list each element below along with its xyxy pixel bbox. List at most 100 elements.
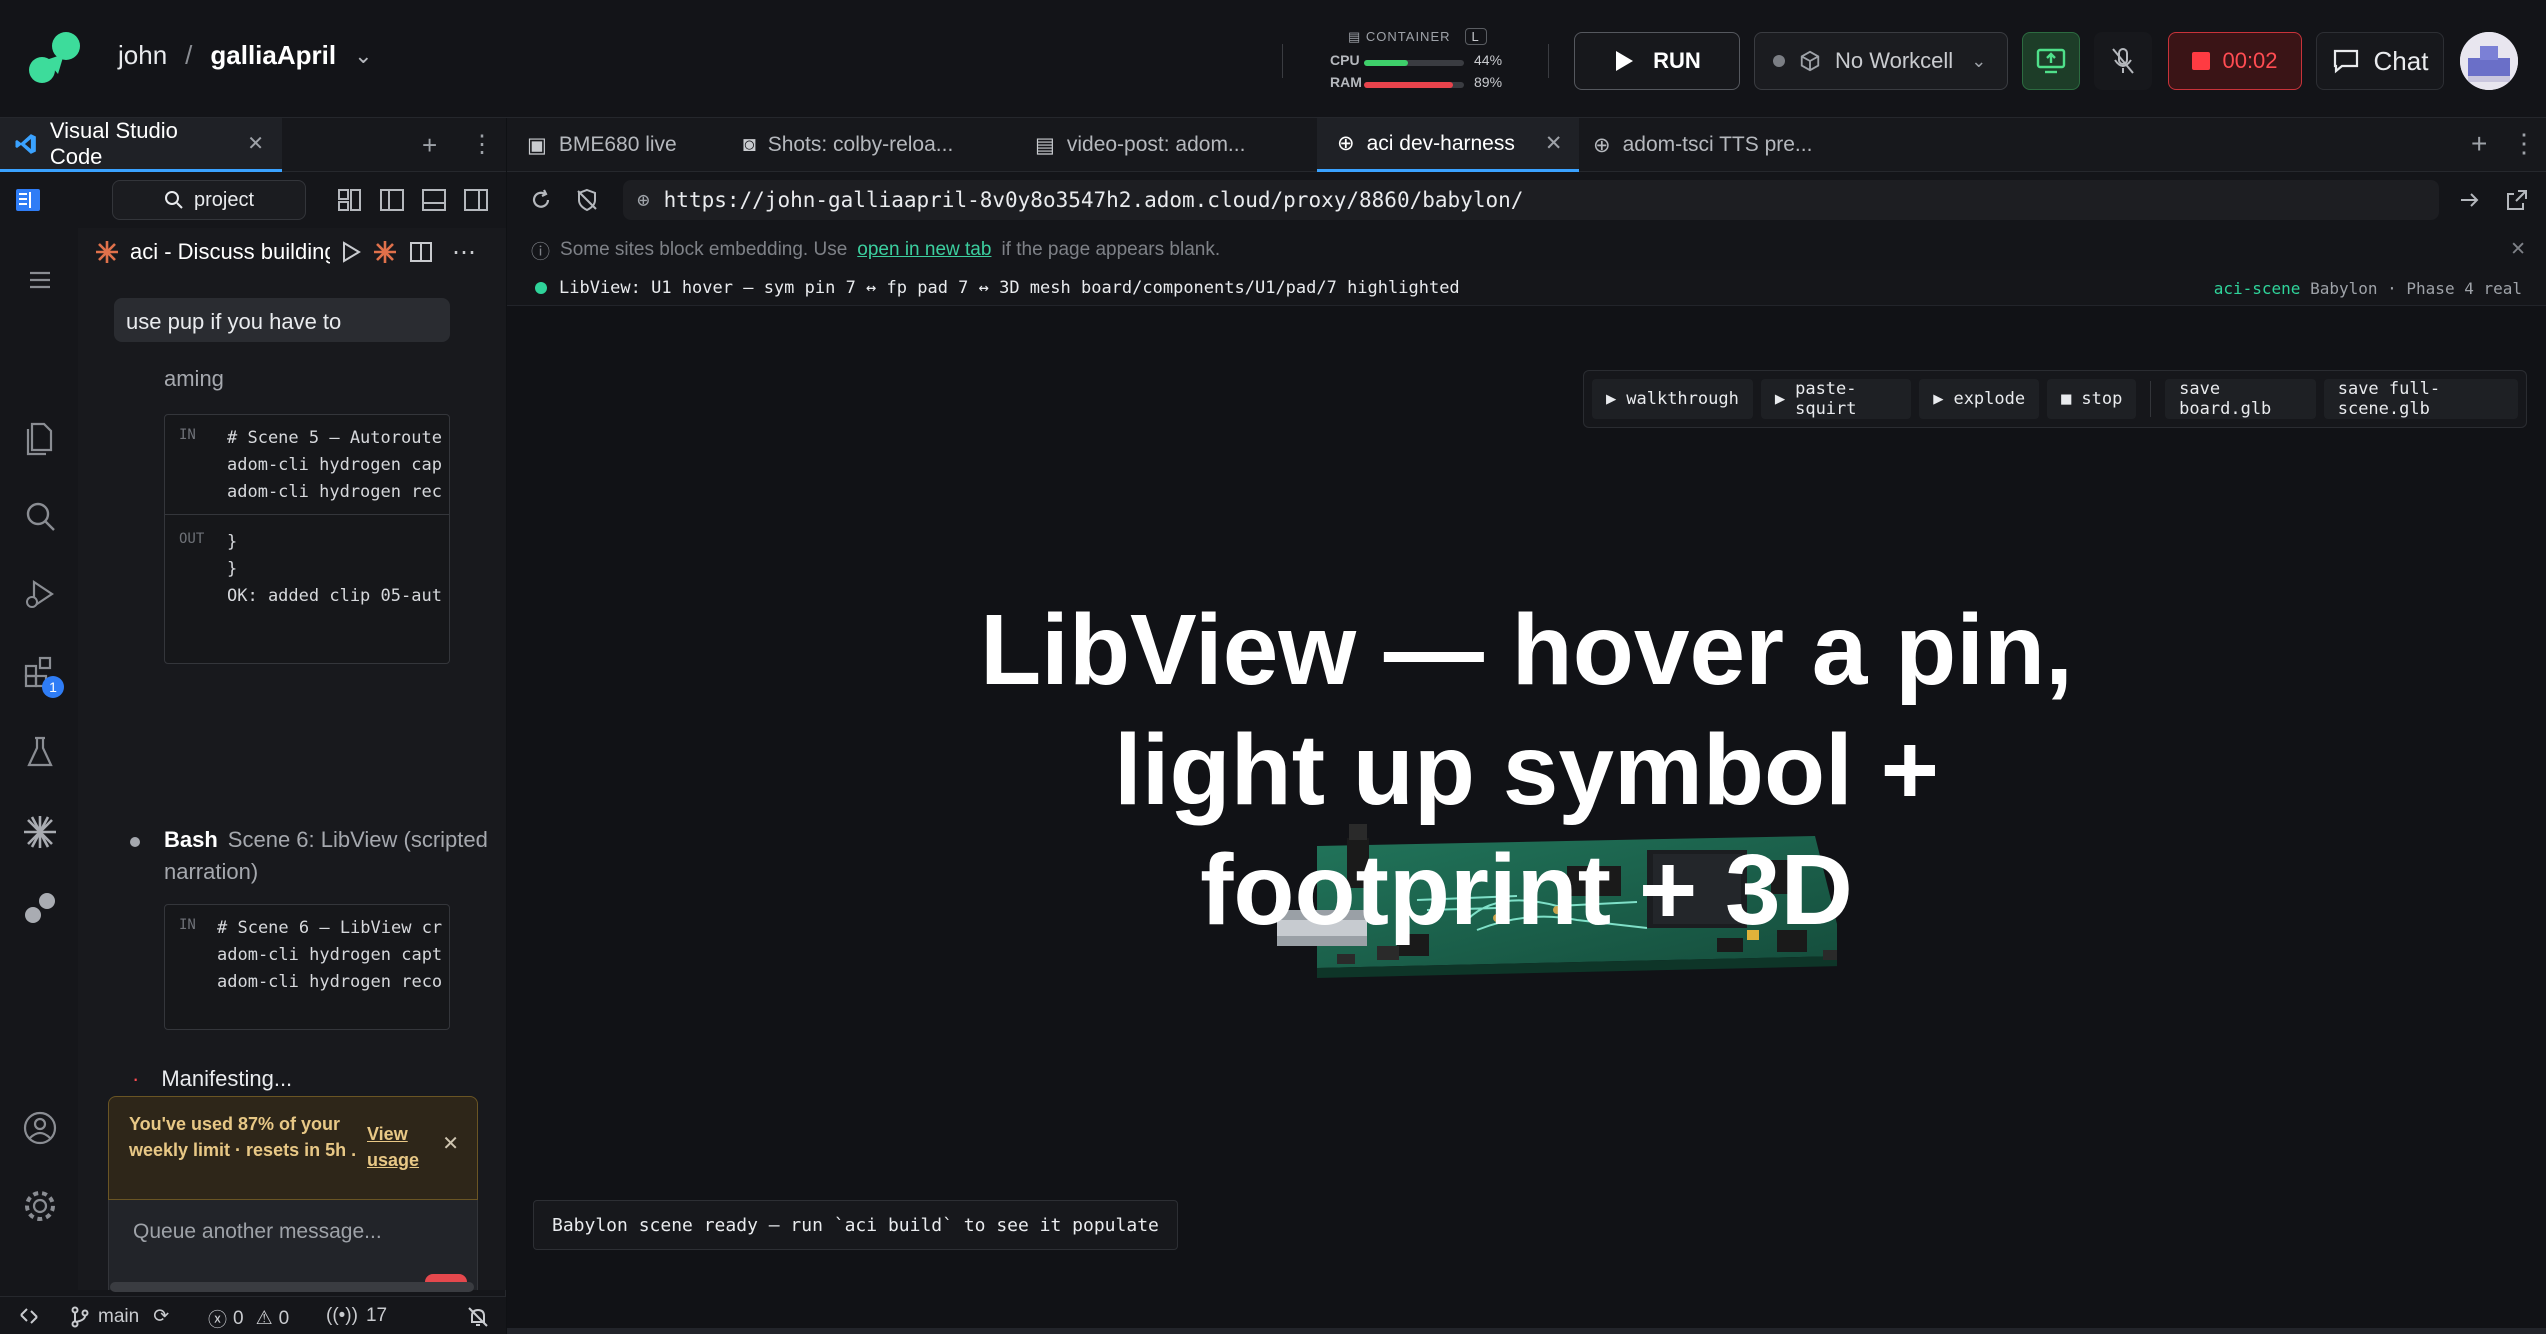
walkthrough-button[interactable]: ▶ walkthrough (1592, 379, 1753, 419)
mic-mute-button[interactable] (2094, 32, 2152, 90)
shield-off-icon[interactable] (575, 188, 599, 212)
scene-toolbar: ▶ walkthrough ▶ paste-squirt ▶ explode ■ sto… (1583, 370, 2527, 428)
explode-button[interactable]: ▶ explode (1919, 379, 2040, 419)
message-input[interactable]: Queue another message... (133, 1220, 382, 1244)
top-bar: john / galliaApril ⌄ ▤ CONTAINER L CPU 44… (0, 0, 2546, 118)
open-in-new-tab-link[interactable]: open in new tab (857, 239, 991, 261)
tab-visual-studio-code[interactable]: Visual Studio Code ✕ (0, 118, 282, 172)
toggle-panel-icon[interactable] (420, 186, 448, 214)
toggle-secondary-sidebar-icon[interactable] (462, 186, 490, 214)
reload-icon[interactable] (529, 188, 553, 212)
claude-spark-icon[interactable] (372, 239, 398, 265)
stop-button[interactable]: ■ stop (2047, 379, 2137, 419)
play-icon: ▶ (1606, 389, 1617, 409)
split-editor-icon[interactable] (408, 239, 434, 265)
view-usage-link[interactable]: View usage (367, 1121, 427, 1173)
babylon-scene-viewport[interactable]: LibView: U1 hover — sym pin 7 ↔ fp pad 7… (507, 270, 2546, 1334)
user-message: use pup if you have to (114, 298, 450, 342)
left-panel-tabs: Visual Studio Code ✕ + ⋮ (0, 118, 506, 172)
save-full-scene-glb-button[interactable]: save full-scene.glb (2323, 379, 2519, 419)
search-icon[interactable] (20, 496, 60, 536)
layout-customize-icon[interactable] (336, 186, 364, 214)
explorer-panel-icon[interactable] (14, 186, 42, 214)
thinking-text: aming (164, 366, 224, 391)
testing-flask-icon[interactable] (20, 732, 60, 772)
cpu-meter: CPU 44% (1330, 52, 1503, 68)
save-board-glb-button[interactable]: save board.glb (2165, 379, 2316, 419)
menu-icon[interactable] (20, 260, 60, 300)
notifications-off-icon[interactable] (466, 1305, 490, 1329)
screen-share-button[interactable] (2022, 32, 2080, 90)
info-icon: ⓘ (531, 241, 551, 263)
workcell-status-dot (1773, 55, 1785, 67)
divider (2150, 381, 2152, 417)
recording-timer-button[interactable]: 00:02 (2168, 32, 2302, 90)
libview-status-text: LibView: U1 hover — sym pin 7 ↔ fp pad 7… (559, 277, 1460, 298)
horizontal-scrollbar[interactable] (110, 1282, 474, 1292)
scene-ready-status: Babylon scene ready — run `aci build` to… (533, 1200, 1178, 1250)
problems-indicator[interactable]: ⓧ 0 ⚠ 0 (208, 1305, 289, 1332)
close-icon[interactable]: ✕ (247, 131, 264, 156)
container-resources: ▤ CONTAINER L CPU 44% RAM 89% (1330, 24, 1520, 96)
tool-input-code: # Scene 5 — Autoroute adom-cli hydrogen … (227, 428, 442, 502)
url-input[interactable]: ⊕ https://john-galliaapril-8v0y8o3547h2.… (623, 180, 2439, 220)
workcell-selector[interactable]: No Workcell ⌄ (1754, 32, 2008, 90)
more-options-icon[interactable]: ⋮ (2511, 128, 2537, 159)
user-avatar[interactable] (2460, 32, 2518, 90)
tab-adom-tsci-tts[interactable]: ⊕ adom-tsci TTS pre... (1585, 118, 1865, 172)
app-logo-icon[interactable] (24, 30, 84, 90)
close-icon[interactable]: ✕ (1545, 131, 1563, 156)
divider (1548, 44, 1549, 78)
sync-icon[interactable]: ⟳ (153, 1305, 169, 1328)
play-icon: ▶ (1774, 389, 1786, 409)
breadcrumb-project[interactable]: galliaApril (210, 40, 336, 71)
broadcast-icon: ((•)) (326, 1305, 358, 1326)
ai-spark-icon[interactable] (20, 812, 60, 852)
tab-aci-dev-harness[interactable]: ⊕ aci dev-harness ✕ (1317, 118, 1579, 172)
more-options-icon[interactable]: ⋮ (470, 130, 494, 159)
chevron-down-icon[interactable]: ⌄ (354, 43, 372, 69)
message-composer: Queue another message... (108, 1200, 478, 1290)
open-external-icon[interactable] (2505, 188, 2529, 212)
chat-button[interactable]: Chat (2316, 32, 2444, 90)
remote-connection-icon[interactable] (18, 1305, 40, 1327)
bash-tool-call[interactable]: Bash Scene 6: LibView (scripted narration… (122, 824, 502, 888)
accounts-icon[interactable] (20, 1108, 60, 1148)
more-options-icon[interactable]: ⋯ (452, 238, 476, 267)
ai-chat-panel: aci - Discuss building ⋯ use pup if you … (78, 228, 506, 1290)
settings-gear-icon[interactable] (20, 1186, 60, 1226)
run-icon[interactable] (340, 240, 362, 264)
chat-session-title[interactable]: aci - Discuss building (130, 239, 330, 265)
scene-tag: aci-scene (2213, 279, 2301, 298)
run-button[interactable]: RUN (1574, 32, 1740, 90)
breadcrumb-separator: / (185, 40, 193, 70)
embedded-browser: ▣ BME680 live ◙ Shots: colby-reloa... ▤ … (507, 118, 2546, 1334)
screen-share-icon (2036, 48, 2066, 74)
container-icon: ▤ (1348, 29, 1366, 44)
chat-icon (2333, 49, 2358, 74)
toggle-sidebar-icon[interactable] (378, 186, 406, 214)
git-branch-indicator[interactable]: main ⟳ (70, 1305, 169, 1328)
new-tab-icon[interactable]: + (2471, 128, 2487, 160)
scene-caption-overlay: LibView — hover a pin, light up symbol +… (980, 594, 2073, 946)
left-panel: Visual Studio Code ✕ + ⋮ project 1 aci - (0, 118, 506, 1334)
tab-video-post[interactable]: ▤ video-post: adom... (1035, 118, 1295, 172)
status-bar: main ⟳ ⓧ 0 ⚠ 0 ((•)) 17 (0, 1296, 506, 1334)
breadcrumb-user[interactable]: john (118, 40, 167, 71)
tool-call-output-box: IN # Scene 5 — Autoroute adom-cli hydrog… (164, 414, 450, 664)
tab-shots[interactable]: ◙ Shots: colby-reloa... (743, 118, 1003, 172)
browser-tabs: ▣ BME680 live ◙ Shots: colby-reloa... ▤ … (507, 118, 2546, 172)
command-search-input[interactable]: project (112, 180, 306, 220)
close-icon[interactable]: ✕ (442, 1131, 459, 1157)
run-and-debug-icon[interactable] (20, 574, 60, 614)
paste-squirt-button[interactable]: ▶ paste-squirt (1760, 379, 1912, 419)
adom-extension-icon[interactable] (20, 888, 60, 928)
tab-bme680-live[interactable]: ▣ BME680 live (527, 118, 727, 172)
close-icon[interactable]: ✕ (2510, 238, 2526, 261)
go-arrow-icon[interactable] (2457, 188, 2481, 212)
explorer-files-icon[interactable] (20, 418, 60, 458)
add-tab-icon[interactable]: + (422, 130, 437, 161)
play-icon: ▶ (1933, 389, 1944, 409)
chat-transcript: use pup if you have to aming IN # Scene … (78, 276, 506, 1290)
ports-indicator[interactable]: ((•)) 17 (326, 1305, 387, 1327)
